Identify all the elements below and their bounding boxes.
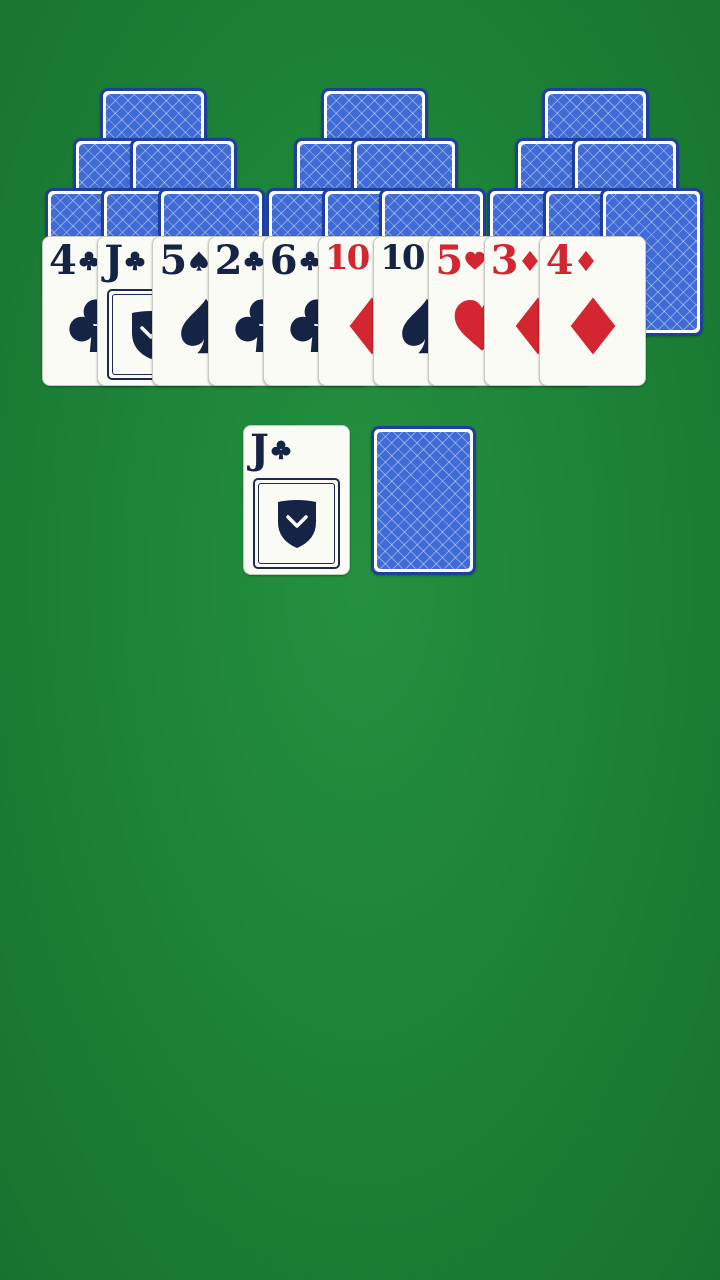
clubs-suit-icon (125, 251, 145, 271)
card-rank: 2 (214, 237, 243, 284)
card-corner: 2 (215, 241, 266, 281)
stock-pile[interactable] (371, 426, 476, 575)
card-rank: J (104, 237, 123, 284)
card-rank: 10 (325, 238, 370, 278)
card-rank: 10 (380, 238, 425, 278)
card-corner: 4 (546, 241, 597, 281)
card-rank: 3 (490, 237, 519, 284)
card-rank: J (250, 426, 269, 473)
tableau-card-4-diamonds[interactable]: 4 (538, 236, 646, 386)
card-corner: 5 (435, 241, 486, 281)
card-rank: 4 (49, 237, 77, 284)
game-table: 4 J 5 2 6 10 10 5 3 4 J (0, 0, 720, 1280)
card-corner: 5 (159, 241, 210, 281)
hearts-suit-icon (465, 251, 485, 270)
clubs-suit-icon (271, 440, 291, 460)
card-rank: 5 (435, 237, 463, 284)
spades-suit-icon (190, 251, 209, 271)
diamonds-center-pip-icon (570, 297, 616, 355)
shield-chevron-icon (277, 499, 316, 548)
card-rank: 4 (545, 237, 574, 284)
waste-pile-card[interactable]: J (243, 425, 350, 575)
jack-emblem-inner (258, 483, 335, 564)
card-back-pattern (377, 432, 470, 569)
card-rank: 5 (159, 237, 187, 284)
card-corner: 4 (49, 241, 100, 281)
card-corner: J (250, 430, 292, 470)
jack-emblem-frame (253, 478, 340, 569)
card-rank: 6 (269, 237, 298, 284)
card-corner: 6 (270, 241, 321, 281)
diamonds-suit-icon (577, 250, 594, 272)
card-corner: 3 (491, 241, 542, 281)
card-corner: J (104, 241, 146, 281)
